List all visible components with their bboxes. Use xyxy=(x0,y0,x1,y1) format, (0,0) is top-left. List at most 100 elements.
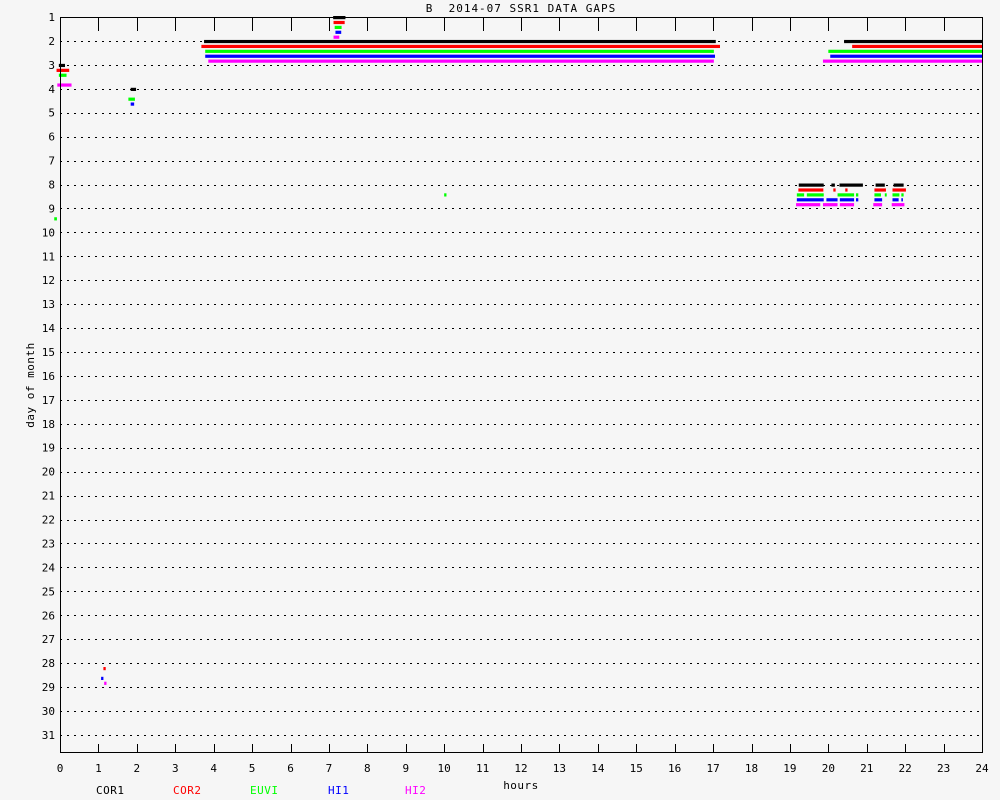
gap-bar xyxy=(833,188,835,191)
gap-bar xyxy=(103,667,105,670)
gap-bar xyxy=(334,21,345,24)
gap-bar xyxy=(838,193,855,196)
gap-bar xyxy=(59,64,65,67)
gap-bar xyxy=(797,193,804,196)
y-tick-label: 17 xyxy=(42,394,55,407)
gap-bar xyxy=(830,55,982,58)
x-tick-label: 19 xyxy=(783,762,796,775)
x-tick-label: 20 xyxy=(822,762,835,775)
series-cor2 xyxy=(57,21,982,670)
gap-bar xyxy=(845,188,847,191)
x-tick-label: 3 xyxy=(172,762,179,775)
gap-bar xyxy=(892,188,905,191)
x-tick-label: 7 xyxy=(326,762,333,775)
y-tick-label: 18 xyxy=(42,418,55,431)
x-tick-label: 18 xyxy=(745,762,758,775)
gap-bar xyxy=(856,193,858,196)
gap-bar xyxy=(205,50,714,53)
gap-bar xyxy=(101,677,103,680)
x-tick-label: 1 xyxy=(95,762,102,775)
gap-bar xyxy=(828,50,982,53)
day-gridlines xyxy=(60,42,982,736)
gap-bar xyxy=(874,188,886,191)
gap-bar xyxy=(823,60,982,63)
y-tick-label: 24 xyxy=(42,561,56,574)
y-tick-label: 11 xyxy=(42,250,55,263)
gap-bar xyxy=(104,682,106,685)
x-tick-label: 14 xyxy=(591,762,605,775)
y-tick-label: 22 xyxy=(42,514,55,527)
y-tick-label: 4 xyxy=(48,83,55,96)
gap-bar xyxy=(839,184,862,187)
x-tick-label: 5 xyxy=(249,762,256,775)
gap-bar xyxy=(796,203,820,206)
x-tick-label: 17 xyxy=(706,762,719,775)
gap-bar xyxy=(799,184,824,187)
series-hi1 xyxy=(101,31,982,680)
series-cor1 xyxy=(59,16,982,187)
x-tick-label: 10 xyxy=(438,762,451,775)
gap-bar xyxy=(54,217,57,220)
x-tick-label: 13 xyxy=(553,762,566,775)
x-tick-label: 16 xyxy=(668,762,681,775)
x-tick-label: 8 xyxy=(364,762,371,775)
legend-item-cor1: COR1 xyxy=(96,784,125,797)
y-tick-label: 10 xyxy=(42,226,55,239)
gap-bar xyxy=(885,193,887,196)
y-tick-label: 20 xyxy=(42,466,55,479)
y-tick-label: 19 xyxy=(42,442,55,455)
gap-bar xyxy=(873,203,882,206)
gap-bar xyxy=(901,198,903,201)
y-tick-label: 30 xyxy=(42,705,55,718)
y-tick-label: 8 xyxy=(48,179,55,192)
gap-bar xyxy=(892,193,899,196)
legend-item-cor2: COR2 xyxy=(173,784,202,797)
y-tick-label: 12 xyxy=(42,274,55,287)
y-tick-label: 7 xyxy=(48,155,55,168)
gap-bar xyxy=(335,31,341,34)
y-tick-label: 3 xyxy=(48,59,55,72)
gap-bar xyxy=(204,40,716,43)
gap-bar xyxy=(208,60,714,63)
data-gaps-figure: B 2014-07 SSR1 DATA GAPS 012345678910111… xyxy=(0,0,1000,800)
gap-bar xyxy=(876,184,885,187)
x-tick-label: 12 xyxy=(514,762,527,775)
gap-bar xyxy=(874,198,882,201)
plot-area: 0123456789101112131415161718192021222324… xyxy=(0,0,1000,800)
x-tick-label: 9 xyxy=(402,762,409,775)
x-tick-label: 6 xyxy=(287,762,294,775)
legend-item-euvi: EUVI xyxy=(250,784,279,797)
gap-bar xyxy=(894,184,904,187)
y-tick-label: 14 xyxy=(42,322,56,335)
y-axis-title: day of month xyxy=(24,342,37,427)
gap-bar xyxy=(335,26,342,29)
gap-bar xyxy=(844,40,982,43)
x-tick-label: 15 xyxy=(630,762,643,775)
gap-bar xyxy=(128,98,135,101)
legend-item-hi2: HI2 xyxy=(405,784,426,797)
gap-bar xyxy=(57,83,71,86)
y-tick-label: 1 xyxy=(48,11,55,24)
gap-bar xyxy=(831,184,834,187)
y-tick-label: 6 xyxy=(48,131,55,144)
y-tick-label: 15 xyxy=(42,346,55,359)
x-tick-label: 24 xyxy=(975,762,989,775)
y-tick-label: 29 xyxy=(42,681,55,694)
y-tick-label: 27 xyxy=(42,633,55,646)
legend-item-hi1: HI1 xyxy=(328,784,349,797)
y-tick-labels: 1234567891011121314151617181920212223242… xyxy=(42,11,56,742)
gap-bar xyxy=(901,193,903,196)
gap-bar xyxy=(205,55,715,58)
gap-bar xyxy=(807,193,824,196)
gap-bars xyxy=(54,16,982,685)
gap-bar xyxy=(57,69,70,72)
gap-bar xyxy=(444,193,446,196)
hour-ticks xyxy=(61,17,983,752)
y-tick-label: 28 xyxy=(42,657,55,670)
gap-bar xyxy=(892,203,905,206)
y-tick-label: 31 xyxy=(42,729,55,742)
x-tick-label: 22 xyxy=(899,762,912,775)
gap-bar xyxy=(131,88,136,91)
x-tick-label: 23 xyxy=(937,762,950,775)
x-tick-label: 0 xyxy=(57,762,64,775)
